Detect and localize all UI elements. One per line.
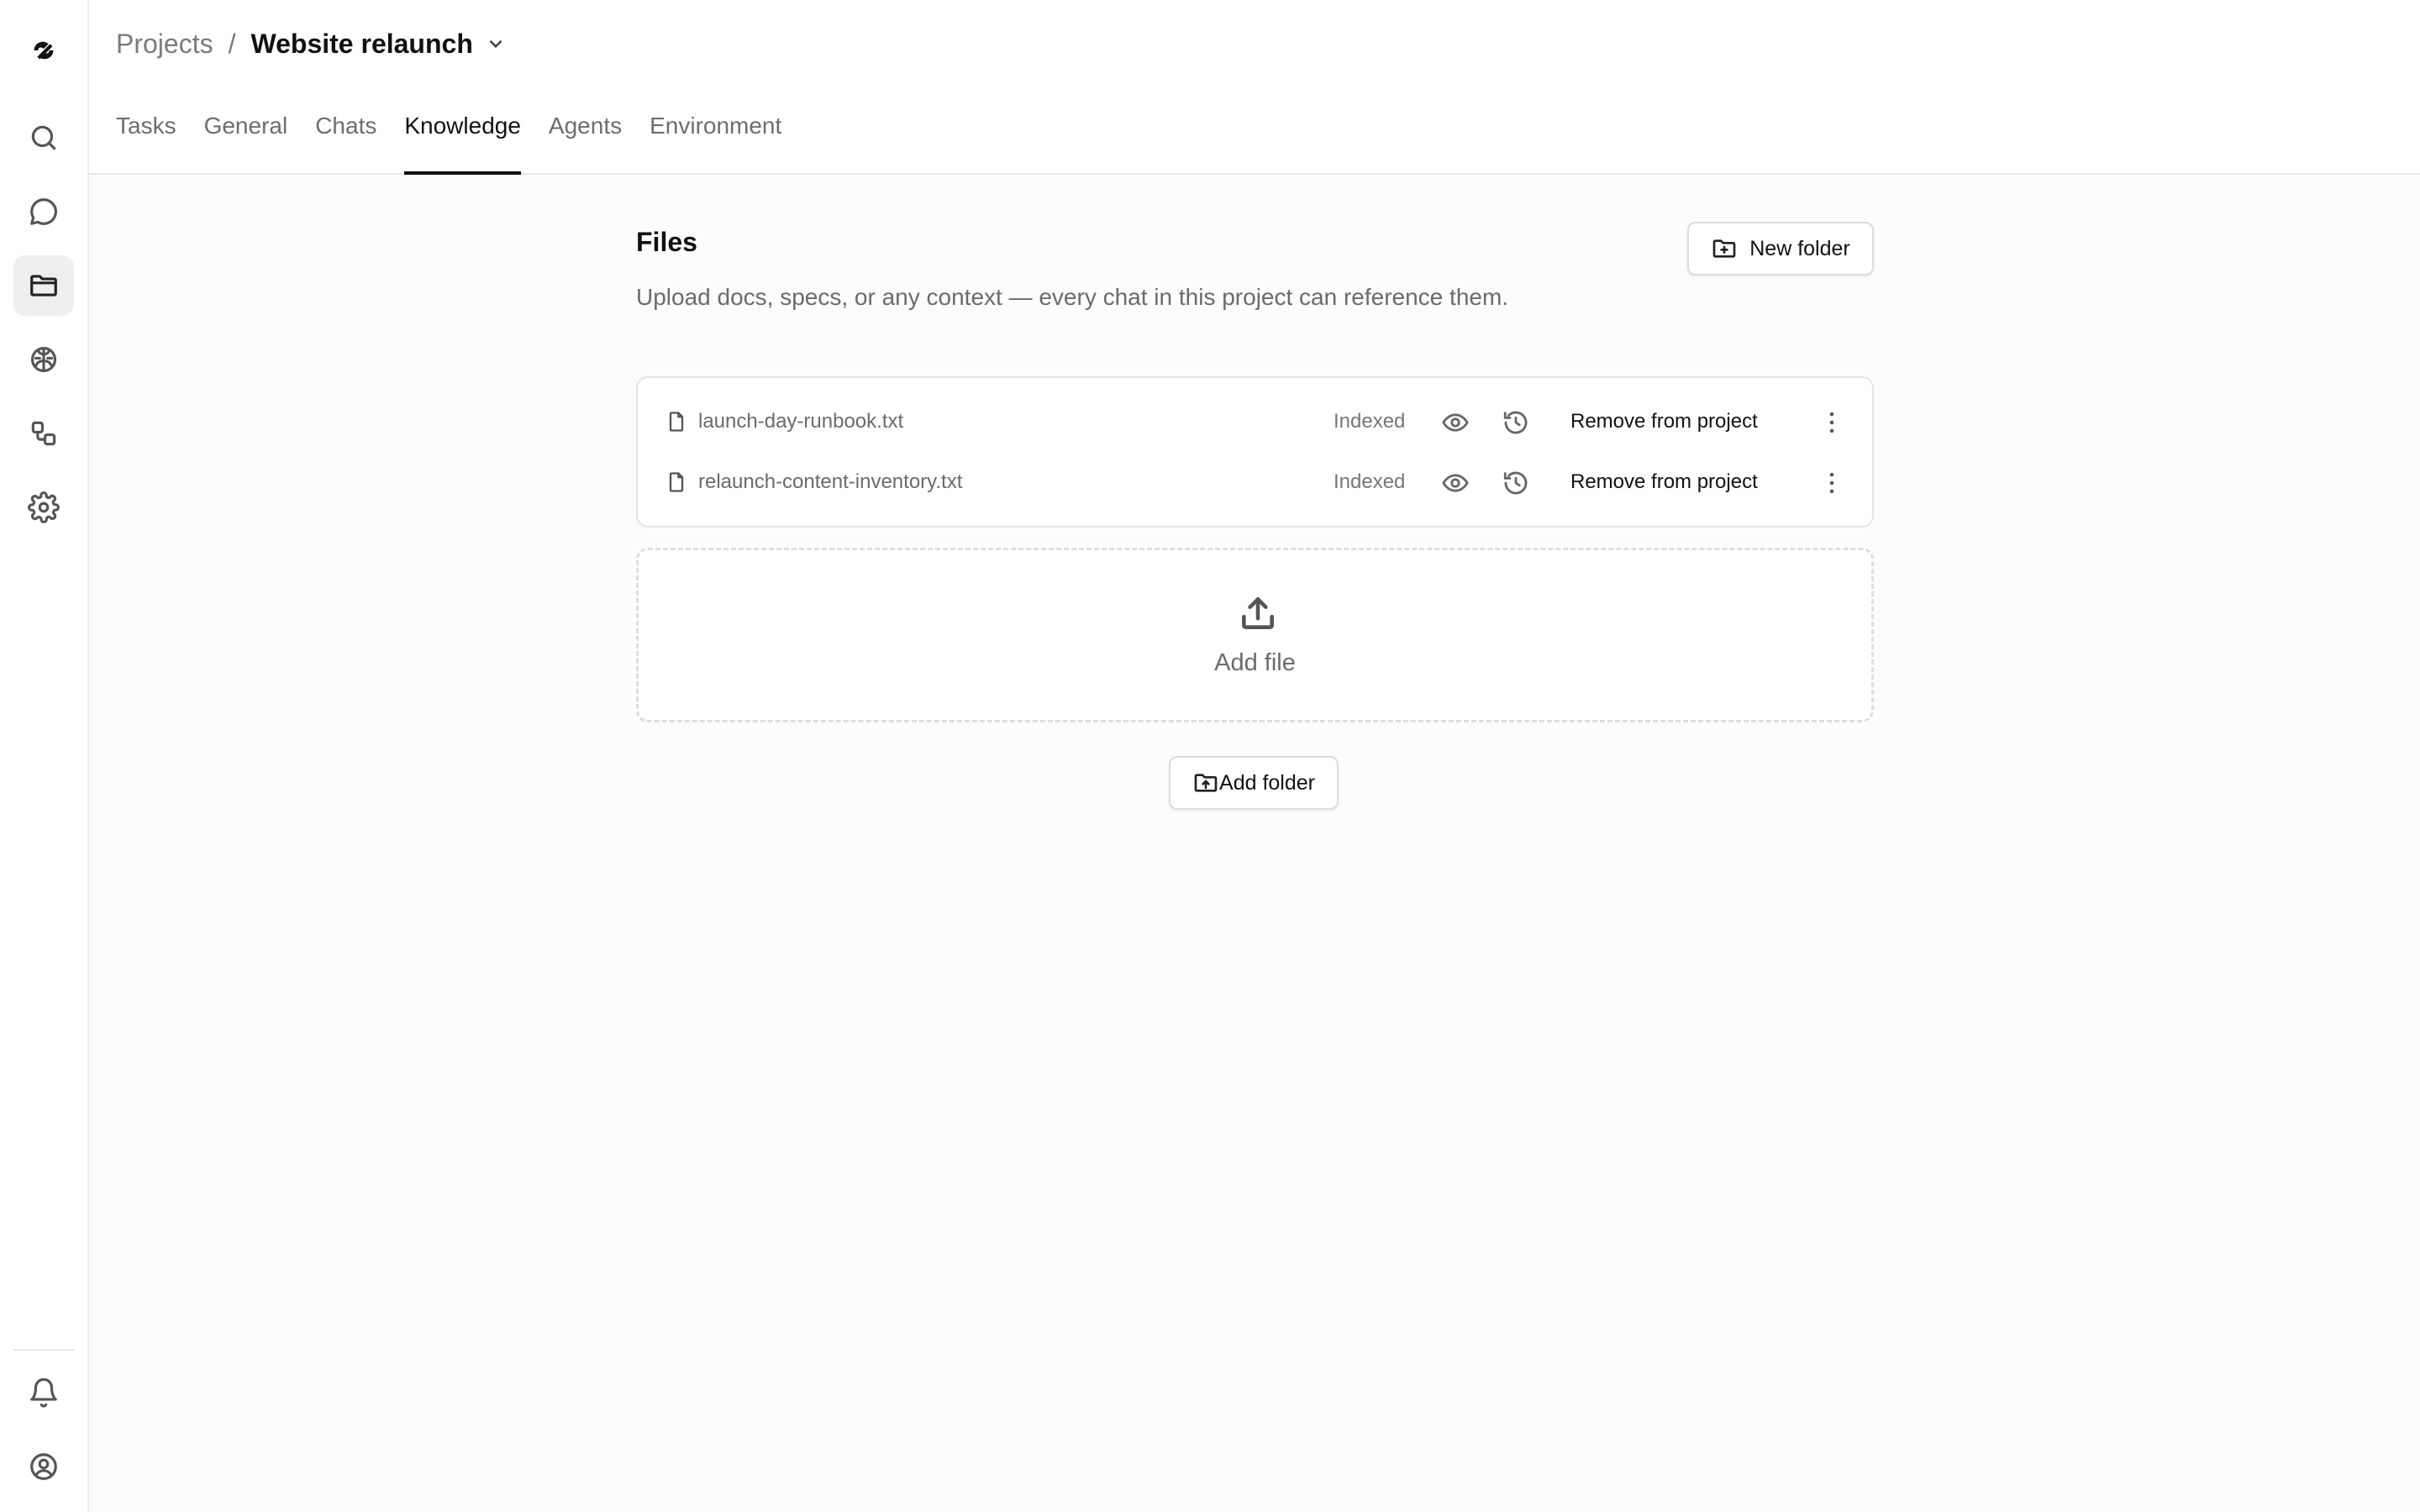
history-icon[interactable] — [1502, 408, 1530, 437]
eye-icon[interactable] — [1441, 469, 1470, 497]
search-icon[interactable] — [13, 108, 74, 168]
add-file-dropzone[interactable]: Add file — [636, 548, 1874, 722]
folder-upload-icon — [1194, 774, 1218, 792]
remove-from-project-button[interactable]: Remove from project — [1570, 470, 1758, 494]
file-icon — [669, 412, 684, 432]
folder-plus-icon — [1712, 239, 1736, 258]
new-folder-label: New folder — [1749, 236, 1850, 260]
workflow-icon[interactable] — [13, 403, 74, 464]
more-vertical-icon[interactable] — [1818, 408, 1846, 437]
user-circle-icon[interactable] — [13, 1436, 74, 1497]
brain-icon[interactable] — [13, 329, 74, 390]
eye-icon[interactable] — [1441, 408, 1470, 437]
file-row: launch-day-runbook.txt Indexed Remove fr… — [638, 391, 1872, 452]
tab-bar: Tasks General Chats Knowledge Agents Env… — [116, 113, 809, 175]
file-name[interactable]: launch-day-runbook.txt — [698, 410, 903, 433]
tab-tasks[interactable]: Tasks — [116, 113, 176, 175]
file-name[interactable]: relaunch-content-inventory.txt — [698, 470, 962, 494]
tab-agents[interactable]: Agents — [549, 113, 622, 175]
upload-icon — [1242, 597, 1274, 629]
bell-icon[interactable] — [13, 1362, 74, 1423]
files-description: Upload docs, specs, or any context — eve… — [636, 284, 1509, 310]
file-status: Indexed — [1334, 470, 1406, 493]
history-icon[interactable] — [1502, 469, 1530, 497]
more-vertical-icon[interactable] — [1818, 469, 1846, 497]
tab-environment[interactable]: Environment — [650, 113, 781, 175]
tab-knowledge[interactable]: Knowledge — [404, 113, 521, 175]
header: Projects / Website relaunch Tasks Genera… — [89, 0, 2420, 175]
file-list: launch-day-runbook.txt Indexed Remove fr… — [636, 376, 1874, 528]
tab-chats[interactable]: Chats — [315, 113, 376, 175]
logo-icon[interactable] — [13, 20, 74, 81]
breadcrumb-separator: / — [228, 28, 236, 59]
file-icon — [669, 472, 684, 492]
gear-icon[interactable] — [13, 477, 74, 538]
chat-icon[interactable] — [13, 181, 74, 242]
add-folder-label: Add folder — [1219, 770, 1315, 795]
file-row: relaunch-content-inventory.txt Indexed R… — [638, 452, 1872, 512]
file-status: Indexed — [1334, 410, 1406, 433]
breadcrumb-projects-link[interactable]: Projects — [116, 29, 213, 60]
chevron-down-icon[interactable] — [485, 33, 507, 55]
sidebar — [0, 0, 89, 1512]
tab-general[interactable]: General — [204, 113, 288, 175]
folder-icon[interactable] — [13, 255, 74, 316]
add-file-label: Add file — [1214, 649, 1296, 676]
sidebar-divider — [13, 1349, 74, 1351]
add-folder-button[interactable]: Add folder — [1169, 756, 1339, 810]
project-name[interactable]: Website relaunch — [250, 29, 472, 60]
new-folder-button[interactable]: New folder — [1687, 222, 1874, 276]
remove-from-project-button[interactable]: Remove from project — [1570, 410, 1758, 433]
breadcrumb: Projects / Website relaunch — [116, 25, 507, 62]
files-title: Files — [636, 227, 697, 257]
